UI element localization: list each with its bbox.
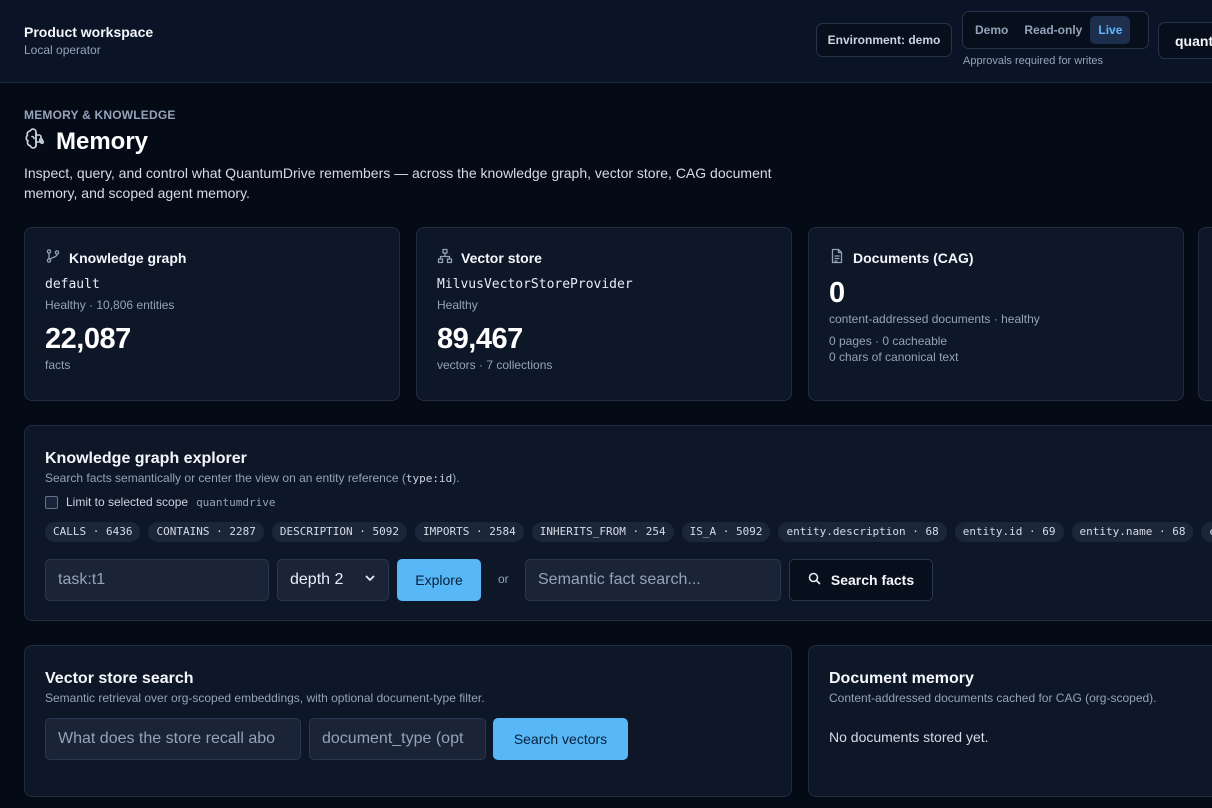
chip-entity-description[interactable]: entity.description · 68: [778, 522, 947, 542]
search-facts-button[interactable]: Search facts: [789, 559, 933, 601]
vector-store-status: Healthy: [437, 298, 478, 312]
explore-button[interactable]: Explore: [397, 559, 481, 601]
chip-entity-id[interactable]: entity.id · 69: [954, 522, 1064, 542]
chip-contains[interactable]: CONTAINS · 2287: [148, 522, 264, 542]
chip-calls[interactable]: CALLS · 6436: [45, 522, 141, 542]
knowledge-graph-card: Knowledge graph default Healthy · 10,806…: [24, 227, 400, 401]
vector-store-provider: MilvusVectorStoreProvider: [437, 277, 633, 292]
mode-read-only-button[interactable]: Read-only: [1016, 16, 1090, 44]
knowledge-graph-explorer: Knowledge graph explorer Search facts se…: [24, 425, 1212, 621]
scope-limit-checkbox[interactable]: [45, 495, 58, 509]
mode-note: Approvals required for writes: [963, 55, 1104, 67]
git-branch-icon: [45, 248, 61, 267]
knowledge-graph-title: Knowledge graph: [69, 249, 187, 266]
explorer-title: Knowledge graph explorer: [45, 450, 247, 467]
search-icon: [808, 572, 821, 588]
vector-search-title: Vector store search: [45, 670, 194, 687]
page-title-text: Memory: [56, 127, 149, 155]
or-separator: or: [498, 572, 509, 586]
scope-limit-label: Limit to selected scope: [66, 495, 189, 509]
chevron-down-icon: [364, 571, 376, 589]
chip-entity-name[interactable]: entity.name · 68: [1071, 522, 1194, 542]
document-type-input[interactable]: document_type (opt: [309, 718, 486, 760]
chip-is-a[interactable]: IS_A · 5092: [681, 522, 771, 542]
vector-query-input[interactable]: What does the store recall abo: [45, 718, 301, 760]
chip-entity-partial[interactable]: enti: [1201, 522, 1212, 542]
vector-search-subtitle: Semantic retrieval over org-scoped embed…: [45, 691, 485, 705]
mode-demo-button[interactable]: Demo: [967, 16, 1016, 44]
mode-live-button[interactable]: Live: [1090, 16, 1131, 44]
entity-reference-input[interactable]: task:t1: [45, 559, 269, 601]
documents-chars: 0 chars of canonical text: [829, 350, 959, 364]
chip-description[interactable]: DESCRIPTION · 5092: [271, 522, 408, 542]
knowledge-graph-unit: facts: [45, 358, 71, 372]
vector-store-search-panel: Vector store search Semantic retrieval o…: [24, 645, 792, 797]
scope-limit-value: quantumdrive: [196, 495, 276, 509]
depth-select-value: depth 2: [290, 571, 344, 588]
search-facts-label: Search facts: [830, 572, 915, 588]
depth-select[interactable]: depth 2: [277, 559, 389, 601]
section-kicker: MEMORY & KNOWLEDGE: [24, 108, 176, 122]
vector-store-card: Vector store MilvusVectorStoreProvider H…: [416, 227, 792, 401]
vector-store-count: 89,467: [437, 323, 523, 355]
knowledge-graph-count: 22,087: [45, 323, 131, 355]
document-memory-empty: No documents stored yet.: [829, 729, 989, 745]
scope-selector[interactable]: quantumdrive: [1158, 22, 1212, 59]
environment-badge[interactable]: Environment: demo: [816, 23, 952, 57]
documents-count: 0: [829, 277, 846, 309]
network-icon: [437, 248, 453, 267]
chip-imports[interactable]: IMPORTS · 2584: [415, 522, 524, 542]
page-title: Memory: [24, 127, 148, 156]
mode-switcher: Demo Read-only Live: [962, 11, 1149, 49]
knowledge-graph-name: default: [45, 277, 100, 292]
document-memory-subtitle: Content-addressed documents cached for C…: [829, 691, 1157, 705]
stat-card-partial: [1198, 227, 1212, 401]
document-memory-title: Document memory: [829, 670, 974, 687]
search-vectors-button[interactable]: Search vectors: [493, 718, 628, 760]
vector-store-unit: vectors · 7 collections: [437, 358, 553, 372]
document-icon: [829, 248, 845, 267]
chip-inherits-from[interactable]: INHERITS_FROM · 254: [531, 522, 674, 542]
brain-icon: [24, 127, 48, 156]
scope-limit-row[interactable]: Limit to selected scope quantumdrive: [45, 495, 1192, 509]
workspace-subtitle: Local operator: [24, 43, 101, 57]
relation-chips: CALLS · 6436 CONTAINS · 2287 DESCRIPTION…: [45, 522, 1212, 542]
documents-title: Documents (CAG): [853, 249, 974, 266]
vector-store-title: Vector store: [461, 249, 542, 266]
documents-pages: 0 pages · 0 cacheable: [829, 334, 948, 348]
documents-status: content-addressed documents · healthy: [829, 312, 1040, 326]
knowledge-graph-status: Healthy · 10,806 entities: [45, 298, 175, 312]
top-bar: Product workspace Local operator Environ…: [0, 0, 1212, 83]
explorer-subtitle: Search facts semantically or center the …: [45, 471, 460, 485]
workspace-title: Product workspace: [24, 24, 154, 40]
page-description: Inspect, query, and control what Quantum…: [24, 165, 772, 201]
semantic-fact-search-input[interactable]: Semantic fact search...: [525, 559, 781, 601]
document-memory-panel: Document memory Content-addressed docume…: [808, 645, 1212, 797]
documents-card: Documents (CAG) 0 content-addressed docu…: [808, 227, 1184, 401]
